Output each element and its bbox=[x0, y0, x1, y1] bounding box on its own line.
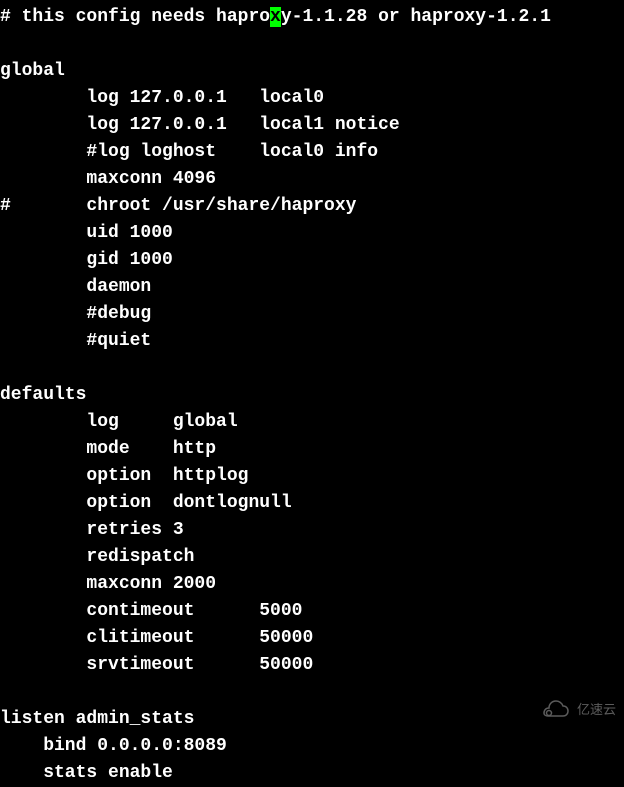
line-text-pre: clitimeout 50000 bbox=[0, 628, 313, 648]
line-text-pre: #debug bbox=[0, 304, 151, 324]
terminal-line: #debug bbox=[0, 301, 624, 328]
terminal-line: daemon bbox=[0, 274, 624, 301]
terminal-line: defaults bbox=[0, 382, 624, 409]
terminal-line: option dontlognull bbox=[0, 490, 624, 517]
terminal-line bbox=[0, 355, 624, 382]
terminal-line: # chroot /usr/share/haproxy bbox=[0, 193, 624, 220]
terminal-line: listen admin_stats bbox=[0, 706, 624, 733]
line-text-pre: redispatch bbox=[0, 547, 194, 567]
line-text-pre: log 127.0.0.1 local0 bbox=[0, 88, 324, 108]
line-text-pre: uid 1000 bbox=[0, 223, 173, 243]
terminal-line: bind 0.0.0.0:8089 bbox=[0, 733, 624, 760]
terminal-line: contimeout 5000 bbox=[0, 598, 624, 625]
line-text-pre: bind 0.0.0.0:8089 bbox=[0, 736, 227, 756]
terminal-line: clitimeout 50000 bbox=[0, 625, 624, 652]
terminal-line: redispatch bbox=[0, 544, 624, 571]
watermark-text: 亿速云 bbox=[577, 700, 616, 720]
line-text-pre: #log loghost local0 info bbox=[0, 142, 378, 162]
line-text-pre: maxconn 4096 bbox=[0, 169, 216, 189]
terminal-line: #quiet bbox=[0, 328, 624, 355]
terminal-line: retries 3 bbox=[0, 517, 624, 544]
line-text-pre: stats enable bbox=[0, 763, 173, 783]
terminal-line: mode http bbox=[0, 436, 624, 463]
terminal-line: option httplog bbox=[0, 463, 624, 490]
line-text-pre: #quiet bbox=[0, 331, 151, 351]
terminal-line: log 127.0.0.1 local0 bbox=[0, 85, 624, 112]
line-text-pre: srvtimeout 50000 bbox=[0, 655, 313, 675]
terminal-line: #log loghost local0 info bbox=[0, 139, 624, 166]
terminal-content[interactable]: # this config needs haproxy-1.1.28 or ha… bbox=[0, 4, 624, 787]
line-text-post: y-1.1.28 or haproxy-1.2.1 bbox=[281, 7, 551, 27]
line-text-pre: global bbox=[0, 61, 65, 81]
terminal-line: global bbox=[0, 58, 624, 85]
terminal-line bbox=[0, 31, 624, 58]
line-text-pre: mode http bbox=[0, 439, 216, 459]
watermark: 亿速云 bbox=[541, 700, 616, 720]
cloud-icon bbox=[541, 700, 571, 720]
terminal-line: gid 1000 bbox=[0, 247, 624, 274]
line-text-pre: listen admin_stats bbox=[0, 709, 194, 729]
line-text-pre: maxconn 2000 bbox=[0, 574, 216, 594]
line-text-pre: # this config needs hapro bbox=[0, 7, 270, 27]
terminal-line: uid 1000 bbox=[0, 220, 624, 247]
line-text-pre: retries 3 bbox=[0, 520, 184, 540]
terminal-line: stats enable bbox=[0, 760, 624, 787]
line-text-pre: daemon bbox=[0, 277, 151, 297]
line-text-pre: defaults bbox=[0, 385, 86, 405]
terminal-line: maxconn 2000 bbox=[0, 571, 624, 598]
line-text-pre: option dontlognull bbox=[0, 493, 292, 513]
terminal-cursor: x bbox=[270, 7, 281, 27]
terminal-line: log 127.0.0.1 local1 notice bbox=[0, 112, 624, 139]
terminal-line bbox=[0, 679, 624, 706]
line-text-pre: option httplog bbox=[0, 466, 248, 486]
terminal-line: # this config needs haproxy-1.1.28 or ha… bbox=[0, 4, 624, 31]
line-text-pre: log global bbox=[0, 412, 238, 432]
terminal-line: log global bbox=[0, 409, 624, 436]
line-text-pre: # chroot /usr/share/haproxy bbox=[0, 196, 356, 216]
line-text-pre: contimeout 5000 bbox=[0, 601, 302, 621]
line-text-pre: log 127.0.0.1 local1 notice bbox=[0, 115, 400, 135]
terminal-line: srvtimeout 50000 bbox=[0, 652, 624, 679]
terminal-line: maxconn 4096 bbox=[0, 166, 624, 193]
line-text-pre: gid 1000 bbox=[0, 250, 173, 270]
